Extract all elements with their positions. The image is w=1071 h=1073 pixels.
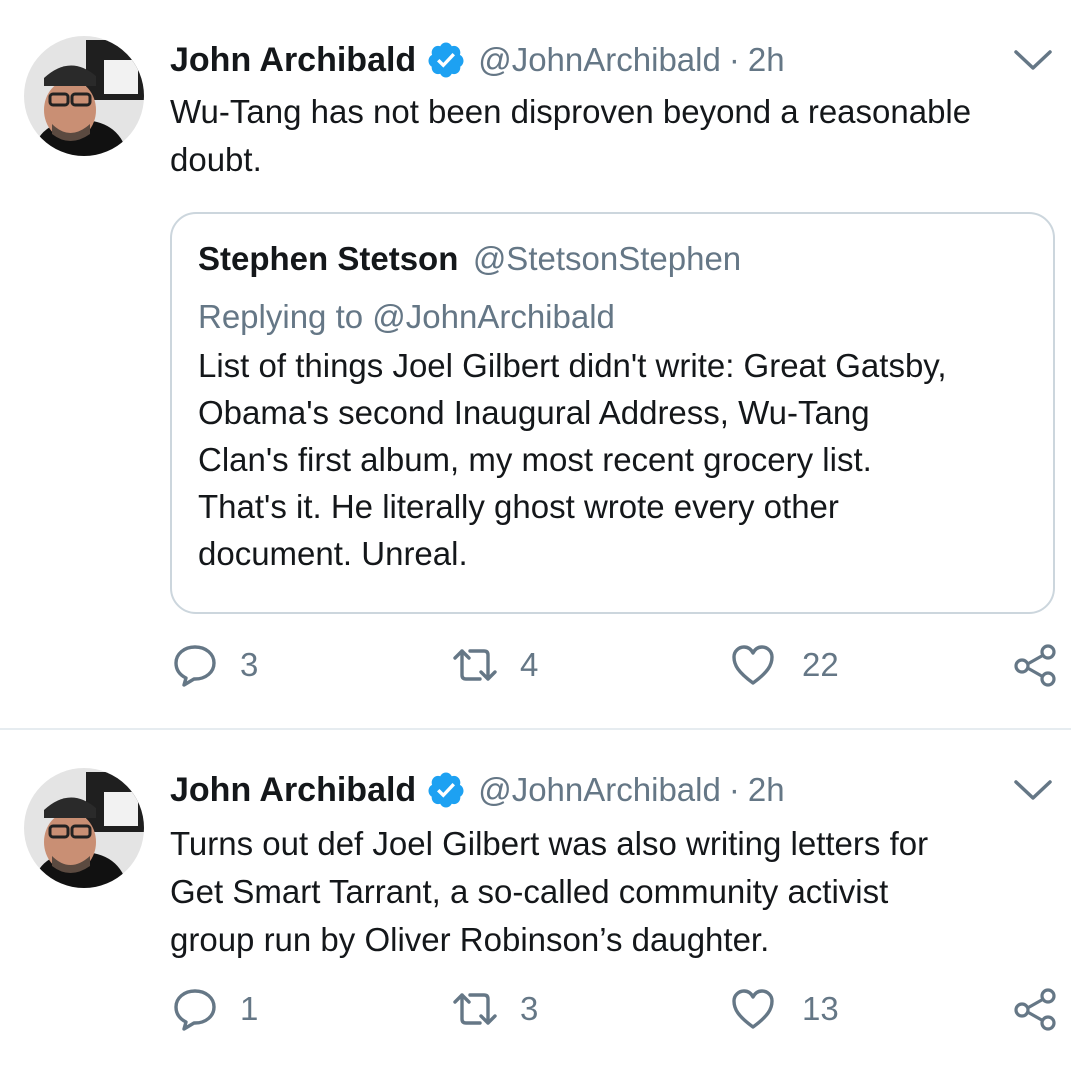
author-handle[interactable]: @JohnArchibald — [478, 771, 721, 809]
chevron-down-icon[interactable] — [1013, 776, 1053, 804]
share-button[interactable] — [1012, 640, 1058, 690]
author-name[interactable]: John Archibald — [170, 771, 416, 810]
timestamp[interactable]: 2h — [748, 41, 785, 79]
verified-badge-icon — [426, 40, 466, 80]
retweet-count: 3 — [520, 990, 539, 1027]
retweet-count: 4 — [520, 646, 539, 683]
tweet-text: Wu-Tang has not been disproven beyond a … — [170, 88, 1051, 184]
tweet-text-line: Wu-Tang has not been disproven beyond a … — [170, 93, 972, 130]
verified-badge-icon — [426, 770, 466, 810]
reply-icon — [172, 642, 218, 688]
tweet-text: Turns out def Joel Gilbert was also writ… — [170, 820, 1051, 964]
action-bar: 3 4 22 — [170, 640, 1058, 690]
like-count: 13 — [802, 990, 839, 1027]
quoted-tweet[interactable]: Stephen Stetson @StetsonStephen Replying… — [170, 212, 1055, 614]
timestamp[interactable]: 2h — [748, 771, 785, 809]
tweet-text-line: Turns out def Joel Gilbert was also writ… — [170, 825, 929, 862]
author-name[interactable]: John Archibald — [170, 41, 416, 80]
reply-count: 3 — [240, 646, 259, 683]
separator-dot: · — [728, 771, 740, 808]
action-bar: 1 3 13 — [170, 984, 1058, 1034]
quoted-tweet-text: List of things Joel Gilbert didn't write… — [198, 342, 1033, 577]
like-button[interactable]: 22 — [730, 640, 839, 690]
share-icon — [1012, 642, 1058, 688]
quoted-text-line: document. Unreal. — [198, 535, 468, 572]
avatar[interactable] — [24, 36, 144, 156]
separator-dot: · — [728, 41, 740, 78]
tweet[interactable]: John Archibald @JohnArchibald · 2h Wu-Ta… — [0, 0, 1071, 728]
quoted-text-line: Obama's second Inaugural Address, Wu-Tan… — [198, 394, 870, 431]
tweet-text-line: group run by Oliver Robinson’s daughter. — [170, 921, 770, 958]
avatar[interactable] — [24, 768, 144, 888]
retweet-icon — [450, 642, 500, 688]
like-count: 22 — [802, 646, 839, 683]
quoted-text-line: Clan's first album, my most recent groce… — [198, 441, 872, 478]
share-button[interactable] — [1012, 984, 1058, 1034]
quoted-author-name: Stephen Stetson — [198, 240, 459, 277]
retweet-button[interactable]: 4 — [450, 640, 538, 690]
tweet-text-line: doubt. — [170, 141, 262, 178]
replying-to[interactable]: Replying to @JohnArchibald — [198, 298, 615, 336]
retweet-icon — [450, 986, 500, 1032]
quoted-tweet-header: Stephen Stetson @StetsonStephen — [198, 240, 741, 278]
chevron-down-icon[interactable] — [1013, 46, 1053, 74]
like-icon — [730, 642, 776, 688]
quoted-text-line: That's it. He literally ghost wrote ever… — [198, 488, 839, 525]
tweet-header: John Archibald @JohnArchibald · 2h — [170, 768, 991, 812]
like-icon — [730, 986, 776, 1032]
author-handle[interactable]: @JohnArchibald — [478, 41, 721, 79]
share-icon — [1012, 986, 1058, 1032]
quoted-author-handle: @StetsonStephen — [472, 240, 742, 277]
tweet-header: John Archibald @JohnArchibald · 2h — [170, 38, 991, 82]
quoted-text-line: List of things Joel Gilbert didn't write… — [198, 347, 947, 384]
like-button[interactable]: 13 — [730, 984, 839, 1034]
reply-count: 1 — [240, 990, 259, 1027]
tweet-text-line: Get Smart Tarrant, a so-called community… — [170, 873, 889, 910]
reply-icon — [172, 986, 218, 1032]
tweet[interactable]: John Archibald @JohnArchibald · 2h Turns… — [0, 730, 1071, 1073]
retweet-button[interactable]: 3 — [450, 984, 538, 1034]
reply-button[interactable]: 1 — [172, 984, 258, 1034]
reply-button[interactable]: 3 — [172, 640, 258, 690]
